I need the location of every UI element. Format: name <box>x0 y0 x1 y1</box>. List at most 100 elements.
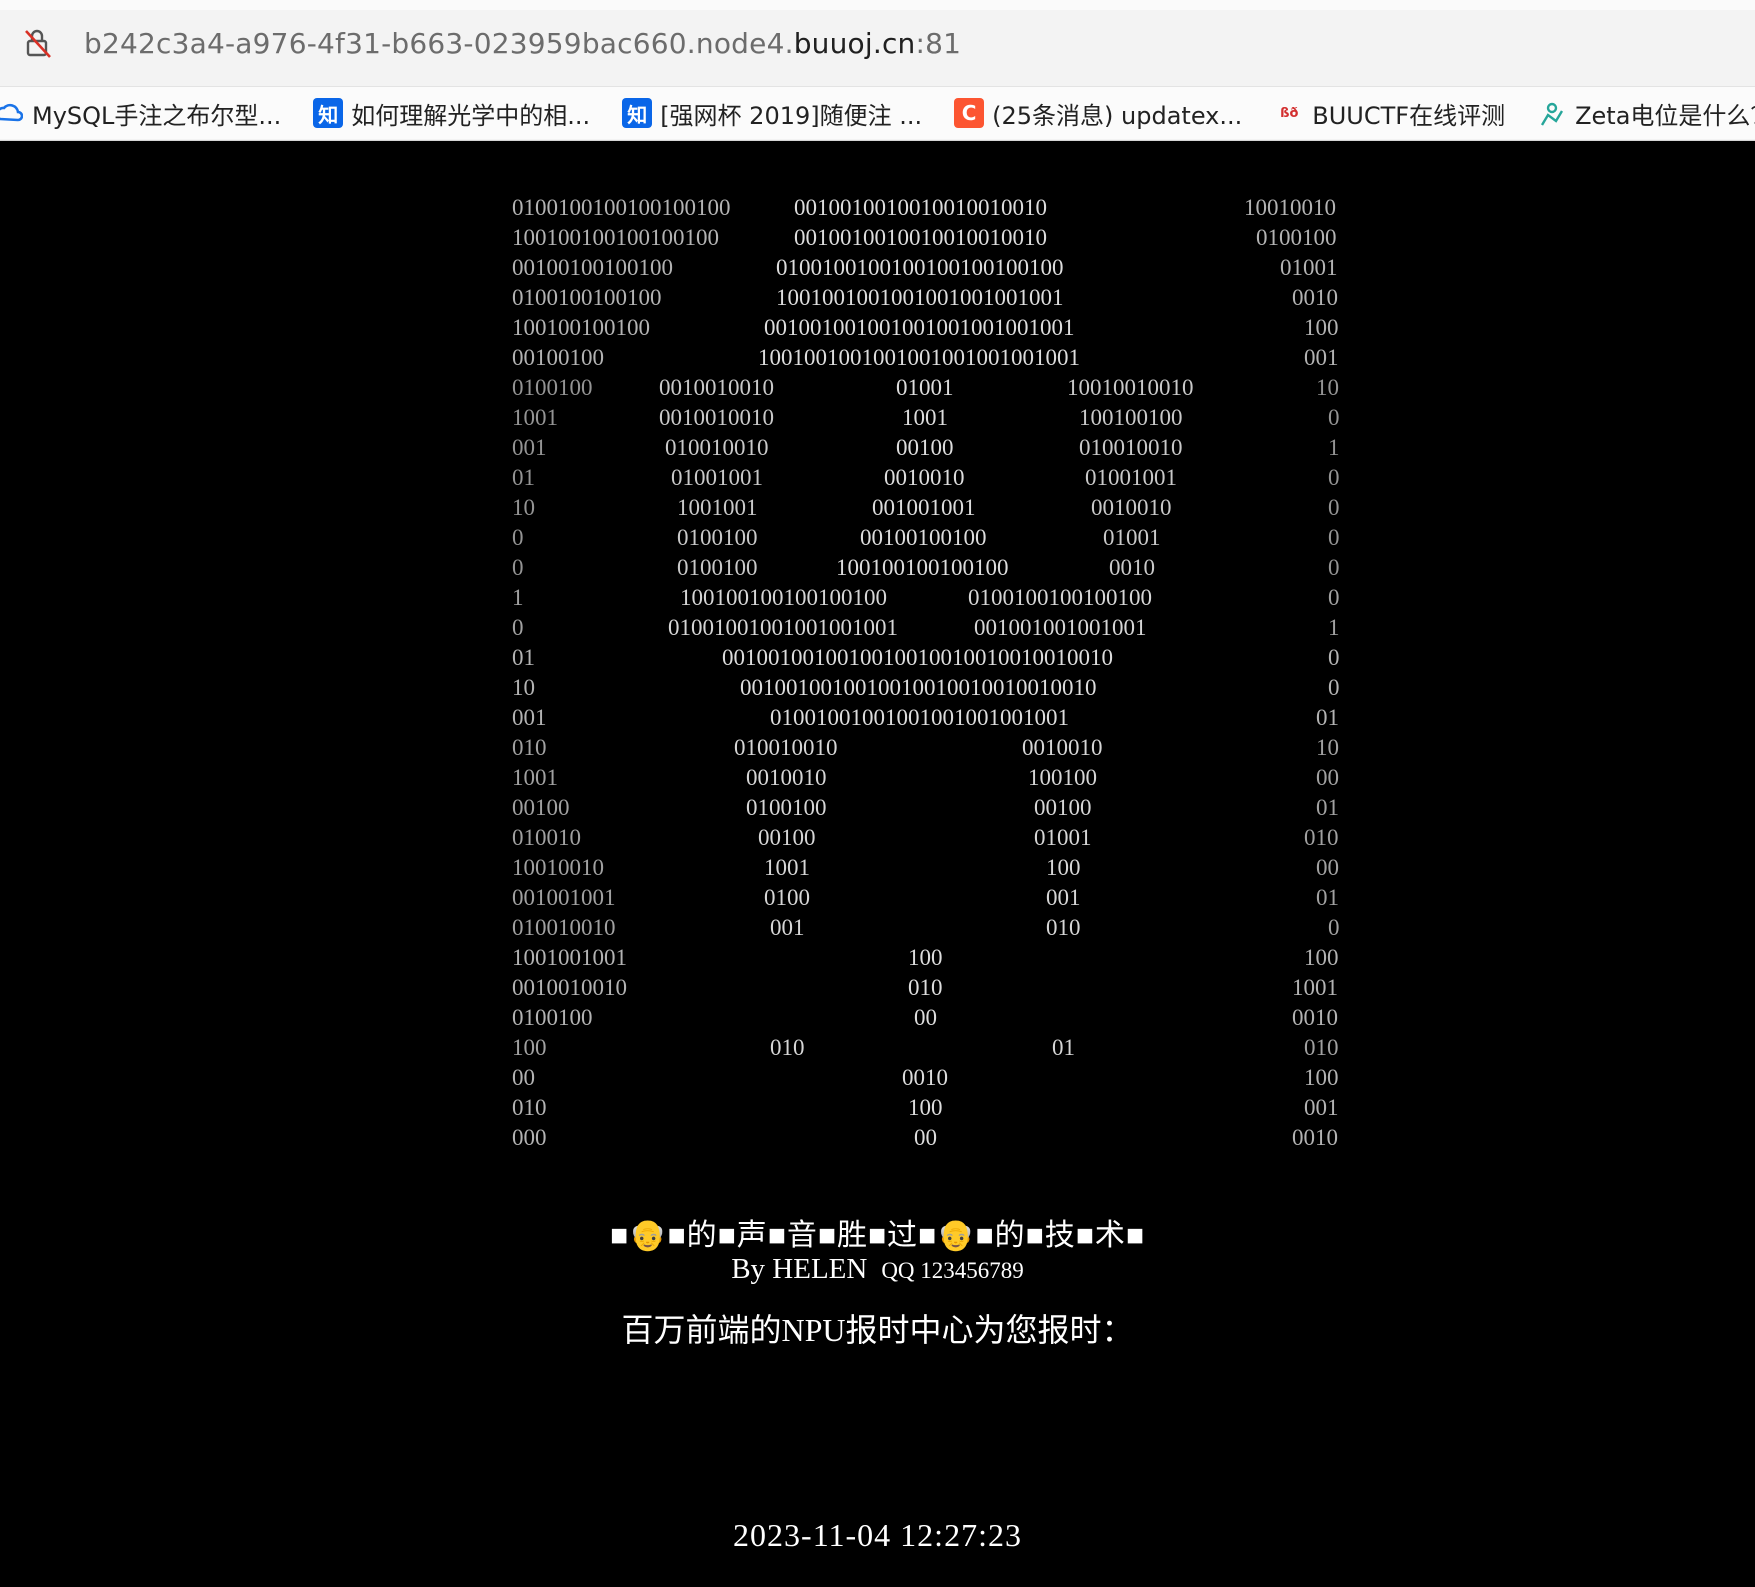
ascii-art-segment: 0100100 <box>746 795 827 820</box>
ascii-art-segment: 01001001 <box>1085 465 1177 490</box>
ascii-art-segment: 010 <box>1304 1035 1339 1060</box>
bookmark-csdn[interactable]: C (25条消息) updatex... <box>954 96 1242 131</box>
ascii-art-segment: 10010010010 <box>1067 375 1194 400</box>
time-center-label: 百万前端的NPU报时中心为您报时： <box>621 1312 1134 1348</box>
ascii-art-segment: 01 <box>1316 885 1339 910</box>
ascii-art-segment: 001001001001001 <box>974 615 1147 640</box>
ascii-art-segment: 001001001 <box>512 885 616 910</box>
zhihu-icon: 知 <box>622 98 653 128</box>
insecure-lock-icon[interactable] <box>22 27 54 59</box>
ascii-art-segment: 1001001001001001001001001001 <box>758 345 1080 370</box>
ascii-art-segment: 0010 <box>1292 1005 1338 1030</box>
ascii-art-segment: 100 <box>512 1035 547 1060</box>
ascii-art-segment: 010010 <box>512 825 581 850</box>
bookmark-buuctf[interactable]: ßð BUUCTF在线评测 <box>1274 96 1505 131</box>
bookmark-mysql[interactable]: MySQL手注之布尔型... <box>0 96 281 131</box>
ascii-art-segment: 0100100 <box>677 525 758 550</box>
ascii-art-segment: 001 <box>1304 345 1339 370</box>
ascii-art-segment: 0100100 <box>512 375 593 400</box>
ascii-art-segment: 00 <box>1316 855 1339 880</box>
ascii-art-segment: 100 <box>1046 855 1081 880</box>
ascii-art-segment: 0 <box>1328 585 1340 610</box>
ascii-art-segment: 00100 <box>758 825 816 850</box>
browser-chrome: b242c3a4-a976-4f31-b663-023959bac660.nod… <box>0 0 1755 141</box>
ascii-art-segment: 00100 <box>896 435 954 460</box>
ascii-art-segment: 01 <box>1052 1035 1075 1060</box>
ascii-art-segment: 0 <box>512 525 524 550</box>
ascii-art-segment: 00100100100 <box>860 525 987 550</box>
ascii-art-segment: 0100100100100100100 <box>512 195 731 220</box>
ascii-art-segment: 1001 <box>1292 975 1338 1000</box>
author-text: By HELEN <box>731 1253 868 1285</box>
page-title: ■👴■的■声■音■胜■过■👴■的■技■术■ <box>609 1219 1146 1252</box>
ascii-art-segment: 00 <box>914 1005 937 1030</box>
ascii-art-segment: 0 <box>1328 645 1340 670</box>
ascii-art-segment: 0 <box>512 555 524 580</box>
ascii-art-segment: 001 <box>1304 1095 1339 1120</box>
ascii-art-segment: 0010 <box>1292 1125 1338 1150</box>
ascii-art-segment: 10 <box>512 495 535 520</box>
ascii-art-segment: 00100100100100 <box>512 255 673 280</box>
ascii-art-segment: 0100100 <box>677 555 758 580</box>
url-port: :81 <box>915 26 962 60</box>
ascii-art-segment: 0010010010 <box>512 975 627 1000</box>
ascii-art-segment: 010 <box>770 1035 805 1060</box>
buuctf-icon: ßð <box>1280 105 1299 121</box>
ascii-art-segment: 0010010010 <box>659 405 774 430</box>
byline: By HELEN QQ 123456789 <box>0 1253 1755 1286</box>
ascii-art-segment: 100100 <box>1028 765 1097 790</box>
ascii-art-segment: 010 <box>1046 915 1081 940</box>
ascii-art-segment: 01001 <box>896 375 954 400</box>
address-bar[interactable]: b242c3a4-a976-4f31-b663-023959bac660.nod… <box>0 10 1755 76</box>
ascii-art-segment: 01001 <box>1034 825 1092 850</box>
ascii-art-segment: 0 <box>1328 915 1340 940</box>
ascii-art-segment: 10 <box>1316 735 1339 760</box>
ascii-art-segment: 00 <box>914 1125 937 1150</box>
bookmark-label: 如何理解光学中的相... <box>351 101 591 130</box>
ascii-art-segment: 0 <box>1328 675 1340 700</box>
url-text[interactable]: b242c3a4-a976-4f31-b663-023959bac660.nod… <box>84 27 961 60</box>
qq-text: QQ 123456789 <box>881 1258 1024 1283</box>
ascii-art-segment: 1001 <box>512 405 558 430</box>
ascii-art-segment: 0010010010010010010010 <box>794 195 1047 220</box>
time-display: 2023-11-04 12:27:23 <box>733 1517 1022 1553</box>
ascii-art-segment: 00100 <box>512 795 570 820</box>
ascii-art-segment: 0010010 <box>1091 495 1172 520</box>
ascii-art-segment: 100 <box>1304 1065 1339 1090</box>
ascii-art-segment: 010 <box>1304 825 1339 850</box>
ascii-art-segment: 01001001001001001001 <box>668 615 898 640</box>
ascii-art-segment: 010010010 <box>734 735 838 760</box>
ascii-art-segment: 001001001 <box>872 495 976 520</box>
ascii-art-segment: 01001 <box>1103 525 1161 550</box>
ascii-art-segment: 1001001001001001001001001 <box>776 285 1064 310</box>
ascii-art-segment: 001 <box>1046 885 1081 910</box>
bookmark-label: (25条消息) updatex... <box>992 101 1243 130</box>
ascii-art-segment: 001 <box>512 435 547 460</box>
bookmarks-bar: MySQL手注之布尔型... 知 如何理解光学中的相... 知 [强网杯 201… <box>0 86 1755 139</box>
ascii-art-segment: 0 <box>1328 465 1340 490</box>
bookmark-zeta[interactable]: Zeta电位是什么？ <box>1537 96 1755 131</box>
ascii-art-segment: 00100 <box>1034 795 1092 820</box>
ascii-art-segment: 10 <box>512 675 535 700</box>
ascii-art-segment: 100 <box>908 1095 943 1120</box>
ascii-art-segment: 100100100100100 <box>836 555 1009 580</box>
ascii-art-segment: 01 <box>1316 705 1339 730</box>
ascii-art-segment: 00 <box>1316 765 1339 790</box>
ascii-art-segment: 001 <box>770 915 805 940</box>
ascii-art-segment: 010010010 <box>665 435 769 460</box>
ascii-art-segment: 010010010 <box>512 915 616 940</box>
ascii-art-segment: 100 <box>908 945 943 970</box>
ascii-art-segment: 100100100 <box>1079 405 1183 430</box>
ascii-art-segment: 0010010010 <box>659 375 774 400</box>
bookmark-zhihu-qwb[interactable]: 知 [强网杯 2019]随便注 ... <box>622 96 922 131</box>
ascii-art-segment: 00 <box>512 1065 535 1090</box>
bookmark-label: BUUCTF在线评测 <box>1312 101 1506 130</box>
ascii-art-segment: 100100100100100100 <box>512 225 719 250</box>
ascii-art-segment: 01 <box>512 645 535 670</box>
bookmark-zhihu-optics[interactable]: 知 如何理解光学中的相... <box>313 96 590 131</box>
ascii-art-segment: 100 <box>1304 945 1339 970</box>
ascii-art-segment: 1 <box>1328 615 1340 640</box>
ascii-art-segment: 10 <box>1316 375 1339 400</box>
ascii-art-segment: 010 <box>512 735 547 760</box>
ascii-art-segment: 0100 <box>764 885 810 910</box>
